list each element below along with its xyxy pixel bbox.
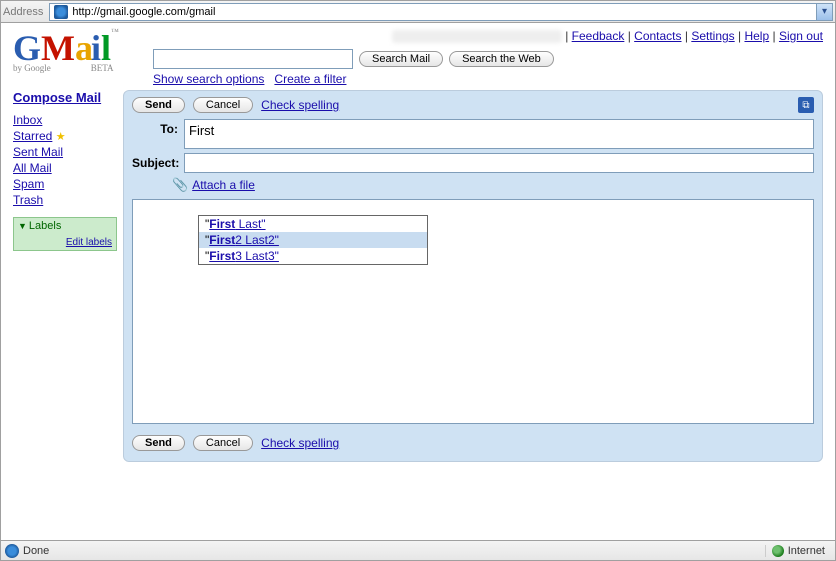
contact-suggestions: "First Last" "First2 Last2" "First3 Last… xyxy=(198,215,428,265)
nav-allmail[interactable]: All Mail xyxy=(13,161,117,175)
sidebar: Compose Mail Inbox Starred ★ Sent Mail A… xyxy=(13,90,123,462)
suggestion-item[interactable]: "First3 Last3" xyxy=(199,248,427,264)
attach-file-link[interactable]: Attach a file xyxy=(192,178,255,192)
send-button-bottom[interactable]: Send xyxy=(132,435,185,451)
top-links: | Feedback | Contacts | Settings | Help … xyxy=(153,27,823,49)
suggestion-item[interactable]: "First2 Last2" xyxy=(199,232,427,248)
labels-header: Labels xyxy=(29,220,61,232)
subject-label: Subject: xyxy=(132,153,184,170)
create-filter-link[interactable]: Create a filter xyxy=(274,72,346,86)
show-search-options-link[interactable]: Show search options xyxy=(153,72,264,86)
subject-input[interactable] xyxy=(184,153,814,173)
nav-spam[interactable]: Spam xyxy=(13,177,117,191)
labels-collapse-icon[interactable]: ▼ xyxy=(18,221,27,231)
address-url-text: http://gmail.google.com/gmail xyxy=(72,6,215,18)
check-spelling-link-bottom[interactable]: Check spelling xyxy=(261,436,339,450)
page-icon xyxy=(54,5,68,19)
nav-starred[interactable]: Starred xyxy=(13,129,52,143)
edit-labels-link[interactable]: Edit labels xyxy=(66,237,112,248)
browser-status-bar: Done Internet xyxy=(1,540,835,560)
help-link[interactable]: Help xyxy=(744,29,769,43)
search-input[interactable] xyxy=(153,49,353,69)
to-label: To: xyxy=(132,119,184,136)
labels-box: ▼Labels Edit labels xyxy=(13,217,117,251)
nav-inbox[interactable]: Inbox xyxy=(13,113,117,127)
popout-icon[interactable]: ⧉ xyxy=(798,97,814,113)
address-label: Address xyxy=(3,6,43,18)
nav-sent[interactable]: Sent Mail xyxy=(13,145,117,159)
check-spelling-link-top[interactable]: Check spelling xyxy=(261,98,339,112)
star-icon: ★ xyxy=(56,131,66,143)
search-mail-button[interactable]: Search Mail xyxy=(359,51,443,67)
internet-zone-icon xyxy=(772,545,784,557)
attachment-icon: 📎 xyxy=(172,177,188,193)
settings-link[interactable]: Settings xyxy=(691,29,734,43)
browser-address-bar: Address http://gmail.google.com/gmail ▾ xyxy=(1,1,835,23)
logo-byline: by Google xyxy=(13,63,51,73)
address-url-field[interactable]: http://gmail.google.com/gmail xyxy=(49,3,817,21)
internet-zone-label: Internet xyxy=(788,545,825,557)
gmail-logo: GMail™ by GoogleBETA xyxy=(13,27,153,73)
user-email-blurred xyxy=(392,30,562,43)
search-web-button[interactable]: Search the Web xyxy=(449,51,554,67)
cancel-button-bottom[interactable]: Cancel xyxy=(193,435,253,451)
signout-link[interactable]: Sign out xyxy=(779,29,823,43)
cancel-button-top[interactable]: Cancel xyxy=(193,97,253,113)
compose-panel: ⧉ Send Cancel Check spelling To: Subject… xyxy=(123,90,823,462)
logo-beta: BETA xyxy=(91,63,114,73)
address-dropdown-button[interactable]: ▾ xyxy=(817,3,833,21)
to-input[interactable] xyxy=(184,119,814,149)
send-button-top[interactable]: Send xyxy=(132,97,185,113)
suggestion-item[interactable]: "First Last" xyxy=(199,216,427,232)
page-content: GMail™ by GoogleBETA | Feedback | Contac… xyxy=(1,23,835,540)
nav-trash[interactable]: Trash xyxy=(13,193,117,207)
contacts-link[interactable]: Contacts xyxy=(634,29,681,43)
status-text: Done xyxy=(23,545,49,557)
compose-mail-link[interactable]: Compose Mail xyxy=(13,90,101,105)
feedback-link[interactable]: Feedback xyxy=(572,29,625,43)
status-page-icon xyxy=(5,544,19,558)
